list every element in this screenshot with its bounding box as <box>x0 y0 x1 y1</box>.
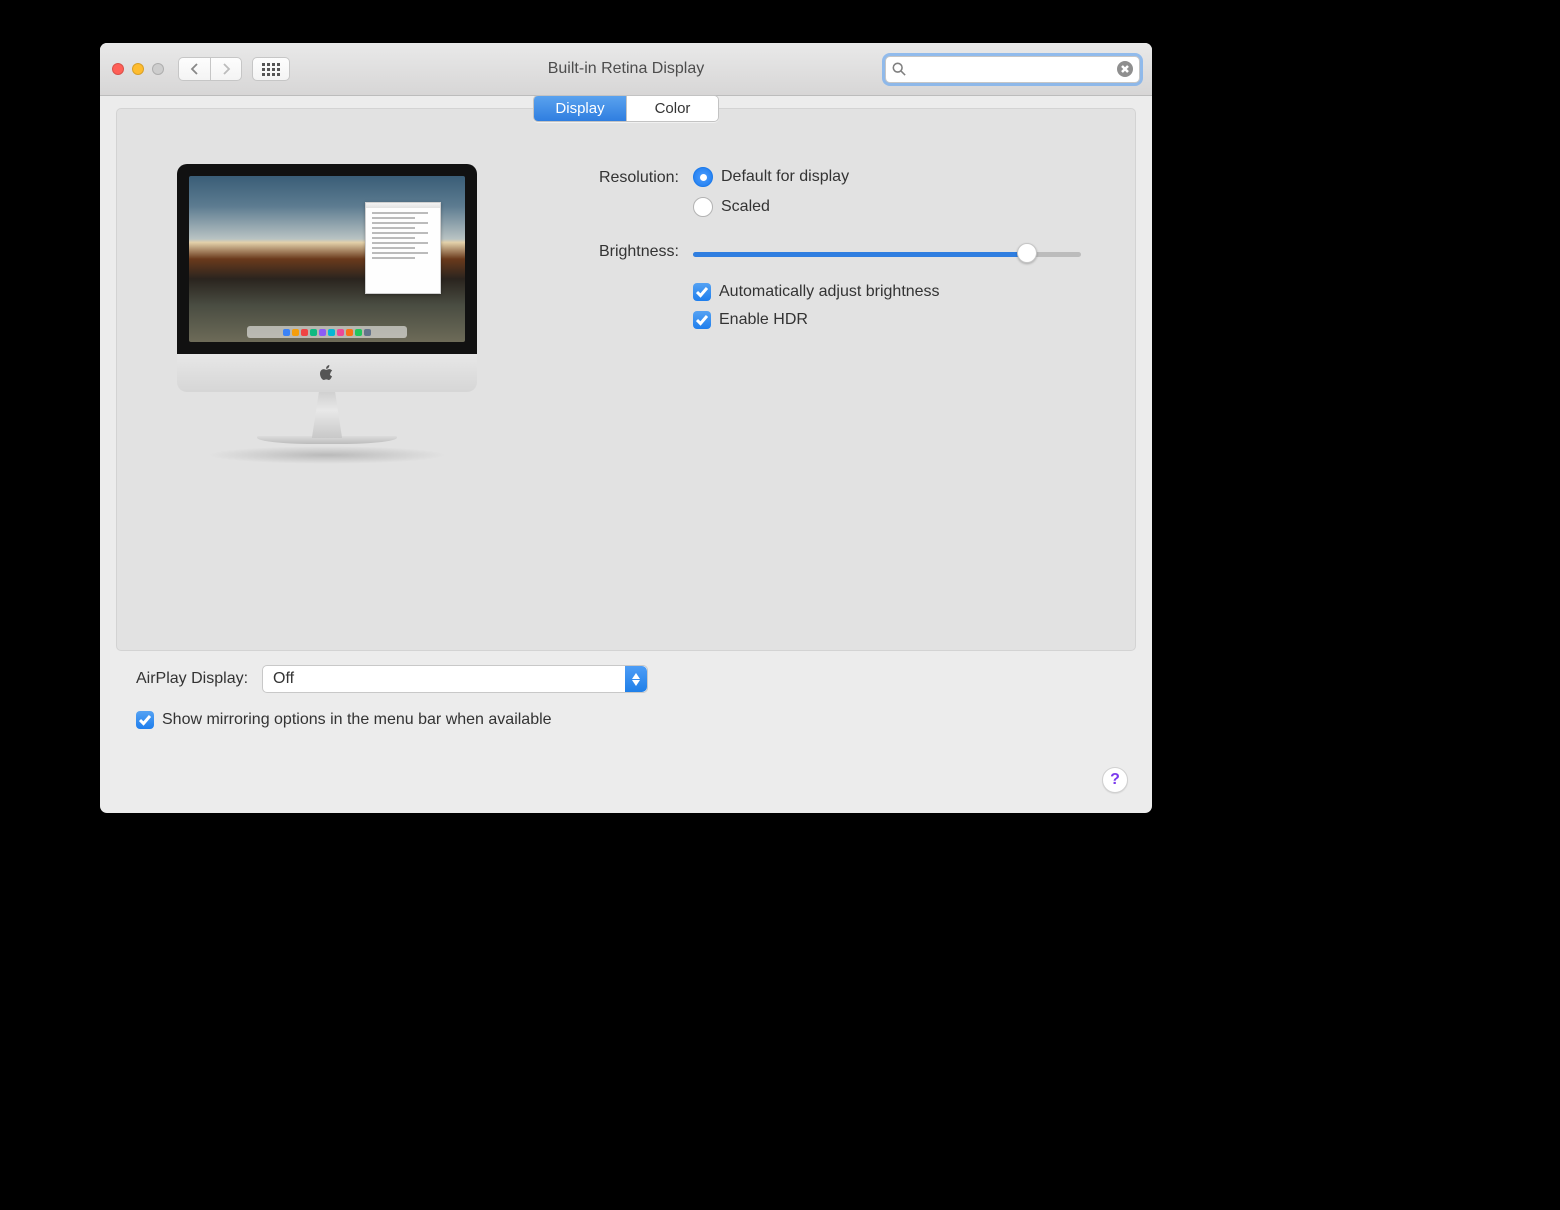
apple-logo-icon <box>319 365 335 381</box>
airplay-label: AirPlay Display: <box>136 670 248 688</box>
tab-display[interactable]: Display <box>534 96 626 121</box>
tab-segmented-control: Display Color <box>533 95 719 122</box>
enable-hdr-checkbox[interactable]: Enable HDR <box>693 311 1081 329</box>
mirroring-row: Show mirroring options in the menu bar w… <box>136 711 1116 729</box>
brightness-slider[interactable] <box>693 243 1081 263</box>
main-panel: Display Color <box>116 108 1136 651</box>
select-stepper-icon <box>625 666 647 692</box>
select-value: Off <box>273 670 294 688</box>
airplay-select[interactable]: Off <box>262 665 648 693</box>
preferences-window: Built-in Retina Display Display Color <box>100 43 1152 813</box>
titlebar: Built-in Retina Display <box>100 43 1152 96</box>
display-illustration <box>177 164 477 464</box>
search-input[interactable] <box>912 62 1111 77</box>
minimize-window-button[interactable] <box>132 63 144 75</box>
dock-preview <box>247 326 407 338</box>
radio-label: Default for display <box>721 168 849 186</box>
imac-screen <box>177 164 477 354</box>
nav-buttons <box>178 57 242 81</box>
checkbox-checked-icon <box>693 283 711 301</box>
chevron-right-icon <box>221 63 231 75</box>
radio-off-icon <box>693 197 713 217</box>
slider-thumb[interactable] <box>1017 243 1037 263</box>
checkbox-checked-icon <box>693 311 711 329</box>
checkbox-label: Show mirroring options in the menu bar w… <box>162 711 552 729</box>
text-window-preview <box>365 202 441 294</box>
back-button[interactable] <box>178 57 210 81</box>
radio-label: Scaled <box>721 198 770 216</box>
resolution-row: Resolution: Default for display Scaled <box>547 167 1105 217</box>
airplay-row: AirPlay Display: Off <box>136 665 1116 693</box>
close-window-button[interactable] <box>112 63 124 75</box>
slider-fill <box>693 252 1027 257</box>
checkbox-label: Automatically adjust brightness <box>719 283 940 301</box>
checkbox-checked-icon <box>136 711 154 729</box>
help-icon: ? <box>1110 771 1120 789</box>
imac-stand <box>300 392 354 438</box>
tab-color[interactable]: Color <box>626 96 718 121</box>
resolution-label: Resolution: <box>547 167 679 187</box>
resolution-default-radio[interactable]: Default for display <box>693 167 849 187</box>
zoom-window-button <box>152 63 164 75</box>
forward-button[interactable] <box>210 57 242 81</box>
clear-search-button[interactable] <box>1117 61 1133 77</box>
resolution-scaled-radio[interactable]: Scaled <box>693 197 849 217</box>
imac-shadow <box>207 446 447 464</box>
imac-chin <box>177 354 477 392</box>
brightness-row: Brightness: Automatically adjust brightn… <box>547 241 1105 329</box>
chevron-left-icon <box>190 63 200 75</box>
radio-on-icon <box>693 167 713 187</box>
search-icon <box>892 62 906 76</box>
help-button[interactable]: ? <box>1102 767 1128 793</box>
wallpaper-preview <box>189 176 465 342</box>
show-mirroring-checkbox[interactable]: Show mirroring options in the menu bar w… <box>136 711 552 729</box>
window-controls <box>112 63 164 75</box>
show-all-button[interactable] <box>252 57 290 81</box>
checkbox-label: Enable HDR <box>719 311 808 329</box>
grid-icon <box>262 63 280 76</box>
settings-form: Resolution: Default for display Scaled <box>547 167 1105 353</box>
x-icon <box>1121 65 1129 73</box>
auto-brightness-checkbox[interactable]: Automatically adjust brightness <box>693 283 1081 301</box>
footer: AirPlay Display: Off Show mirroring opti… <box>116 651 1136 729</box>
brightness-label: Brightness: <box>547 241 679 261</box>
content: Display Color <box>100 96 1152 729</box>
search-field[interactable] <box>885 56 1140 83</box>
